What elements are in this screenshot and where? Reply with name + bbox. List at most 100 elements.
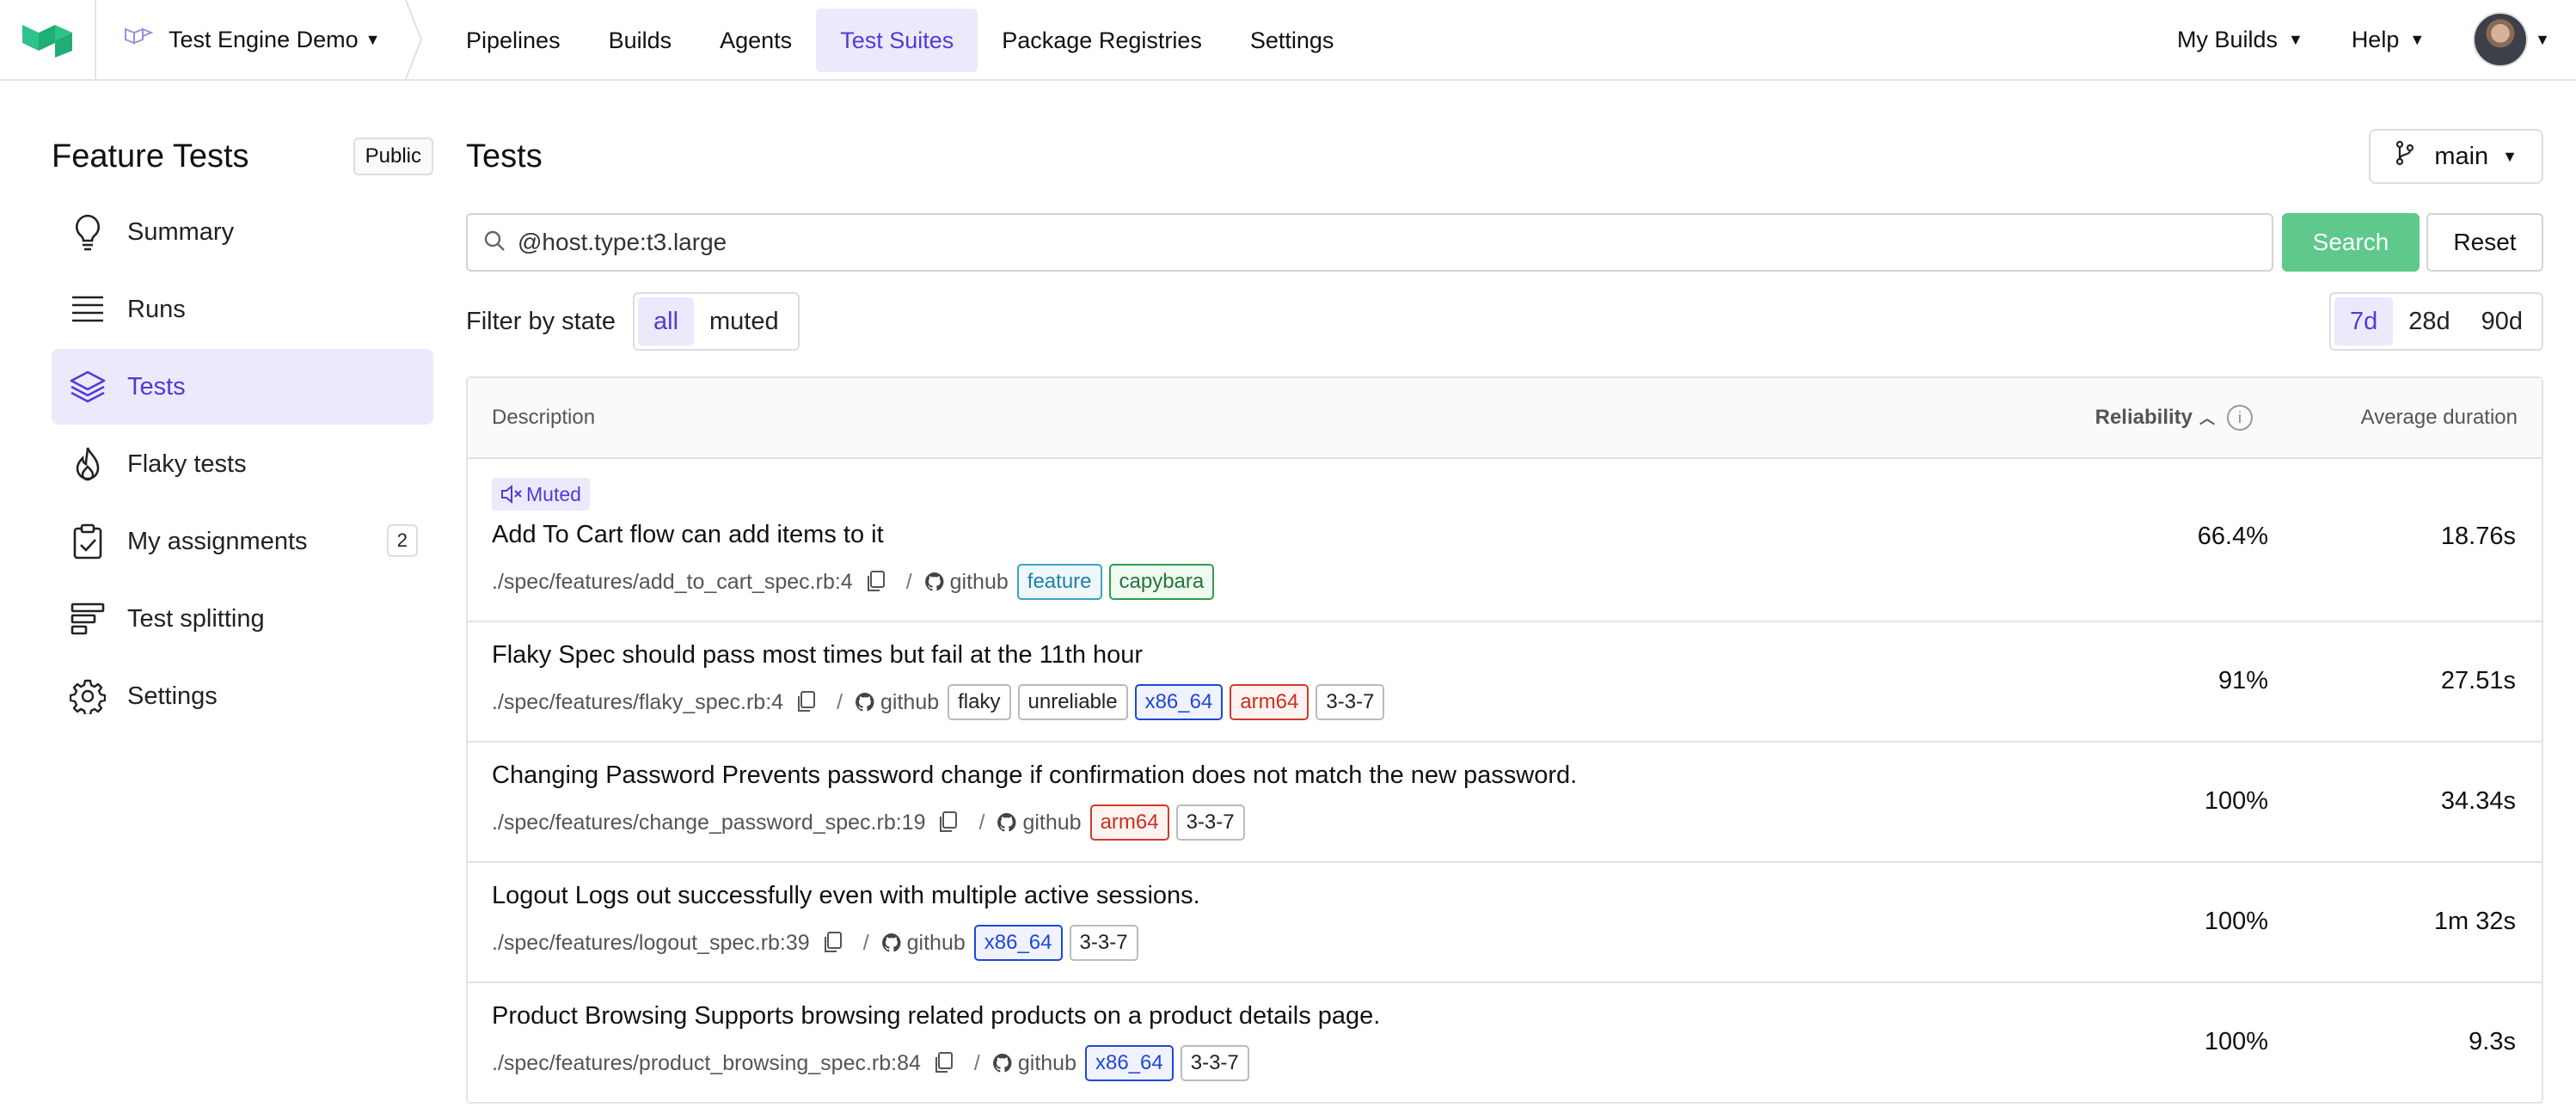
nav-pipelines[interactable]: Pipelines [442,9,585,72]
github-source-link[interactable]: github [992,1051,1076,1076]
sidebar-item-label: Test splitting [127,604,265,633]
range-option-28d[interactable]: 28d [2393,297,2465,346]
test-description[interactable]: Add To Cart flow can add items to it [492,521,884,549]
nav-builds[interactable]: Builds [585,9,696,72]
tag-version[interactable]: 3-3-7 [1069,925,1138,961]
sidebar-item-summary[interactable]: Summary [52,194,433,270]
sidebar-item-label: My assignments [127,527,308,555]
sidebar-item-settings[interactable]: Settings [52,658,433,734]
test-meta: ./spec/features/flaky_spec.rb:4 / github… [492,684,1391,720]
sidebar-item-label: Runs [127,295,186,323]
user-menu[interactable]: ▼ [2473,12,2550,67]
org-switcher[interactable]: Test Engine Demo ▼ [96,0,406,79]
copy-icon[interactable] [865,570,886,594]
nav-package-registries[interactable]: Package Registries [978,9,1226,72]
help-menu[interactable]: Help ▼ [2352,27,2425,53]
org-logo-icon [124,26,154,54]
sidebar-item-runs[interactable]: Runs [52,272,433,347]
tag-version[interactable]: 3-3-7 [1180,1045,1249,1081]
state-option-all[interactable]: all [638,297,695,346]
suite-sidebar: Feature Tests Public Summary Runs Tests … [52,129,433,736]
test-location: ./spec/features/flaky_spec.rb:4 [492,689,784,714]
github-source-link[interactable]: github [855,690,939,715]
copy-icon[interactable] [795,690,816,714]
range-option-90d[interactable]: 90d [2466,297,2538,346]
test-meta: ./spec/features/add_to_cart_spec.rb:4 / … [492,564,1221,600]
tag-flaky[interactable]: flaky [948,684,1011,720]
tag-feature[interactable]: feature [1016,564,1102,600]
nav-agents[interactable]: Agents [696,9,816,72]
tag-arm64[interactable]: arm64 [1230,684,1309,720]
tag-version[interactable]: 3-3-7 [1316,684,1385,720]
table-row[interactable]: Logout Logs out successfully even with m… [468,863,2542,983]
sidebar-item-label: Settings [127,682,218,710]
tag-x86-64[interactable]: x86_64 [973,925,1063,961]
breadcrumb-separator [405,0,423,79]
top-navigation: Test Engine Demo ▼ Pipelines Builds Agen… [0,0,2576,81]
sidebar-item-tests[interactable]: Tests [52,349,433,425]
table-row[interactable]: Muted Add To Cart flow can add items to … [468,459,2542,622]
test-location: ./spec/features/product_browsing_spec.rb… [492,1050,921,1075]
reliability-value: 91% [2217,667,2268,694]
test-description[interactable]: Flaky Spec should pass most times but fa… [492,641,1143,670]
copy-icon[interactable] [933,1051,954,1075]
sidebar-item-my-assignments[interactable]: My assignments 2 [52,504,433,579]
search-icon [483,229,506,256]
flame-icon [69,445,107,483]
muted-speaker-icon [501,485,522,504]
chevron-down-icon: ▼ [2409,30,2426,48]
range-option-7d[interactable]: 7d [2334,297,2394,346]
tag-unreliable[interactable]: unreliable [1017,684,1128,720]
test-location: ./spec/features/add_to_cart_spec.rb:4 [492,569,853,594]
tag-x86-64[interactable]: x86_64 [1134,684,1224,720]
reset-button[interactable]: Reset [2426,213,2543,272]
reliability-value: 66.4% [2197,523,2268,550]
reliability-value: 100% [2204,787,2268,815]
reliability-value: 100% [2204,1028,2268,1055]
state-option-muted[interactable]: muted [694,297,794,346]
average-duration-value: 1m 32s [2433,908,2516,935]
search-input[interactable] [518,229,2151,256]
test-description[interactable]: Changing Password Prevents password chan… [492,761,1577,790]
tag-x86-64[interactable]: x86_64 [1084,1045,1174,1081]
assignments-count-badge: 2 [386,524,418,557]
table-row[interactable]: Product Browsing Supports browsing relat… [468,983,2542,1104]
column-reliability[interactable]: Reliability ︿ i [2095,378,2253,457]
chevron-down-icon: ▼ [2287,30,2303,48]
meta-separator: / [837,689,843,714]
test-description[interactable]: Product Browsing Supports browsing relat… [492,1002,1380,1031]
branch-selector[interactable]: main ▼ [2369,129,2543,184]
github-source-link[interactable]: github [881,931,966,956]
search-button[interactable]: Search [2282,213,2420,272]
copy-icon[interactable] [937,810,958,835]
nav-settings[interactable]: Settings [1226,9,1359,72]
clipboard-check-icon [69,523,107,560]
meta-separator: / [862,930,869,955]
tag-version[interactable]: 3-3-7 [1175,804,1245,841]
search-row: Search Reset [466,213,2543,272]
github-icon [924,572,944,591]
chevron-down-icon: ▼ [2502,147,2518,165]
column-average-duration[interactable]: Average duration [2361,378,2518,457]
column-description: Description [492,406,596,429]
copy-icon[interactable] [822,931,843,955]
nav-test-suites[interactable]: Test Suites [816,9,978,72]
tag-arm64[interactable]: arm64 [1089,804,1169,841]
lightbulb-icon [69,213,107,251]
table-row[interactable]: Flaky Spec should pass most times but fa… [468,622,2542,743]
table-row[interactable]: Changing Password Prevents password chan… [468,743,2542,863]
info-icon[interactable]: i [2227,405,2253,431]
tests-table: Description Reliability ︿ i Average dura… [466,376,2543,1104]
search-field[interactable] [466,213,2273,272]
tag-capybara[interactable]: capybara [1108,564,1215,600]
github-source-link[interactable]: github [924,570,1009,595]
test-description[interactable]: Logout Logs out successfully even with m… [492,882,1200,910]
sort-ascending-icon: ︿ [2199,410,2215,427]
sidebar-item-flaky-tests[interactable]: Flaky tests [52,426,433,502]
buildkite-logo-icon [22,25,72,58]
buildkite-logo[interactable] [0,0,96,79]
gear-icon [69,677,107,715]
github-source-link[interactable]: github [997,810,1082,835]
sidebar-item-test-splitting[interactable]: Test splitting [52,581,433,657]
my-builds-menu[interactable]: My Builds ▼ [2177,27,2303,53]
